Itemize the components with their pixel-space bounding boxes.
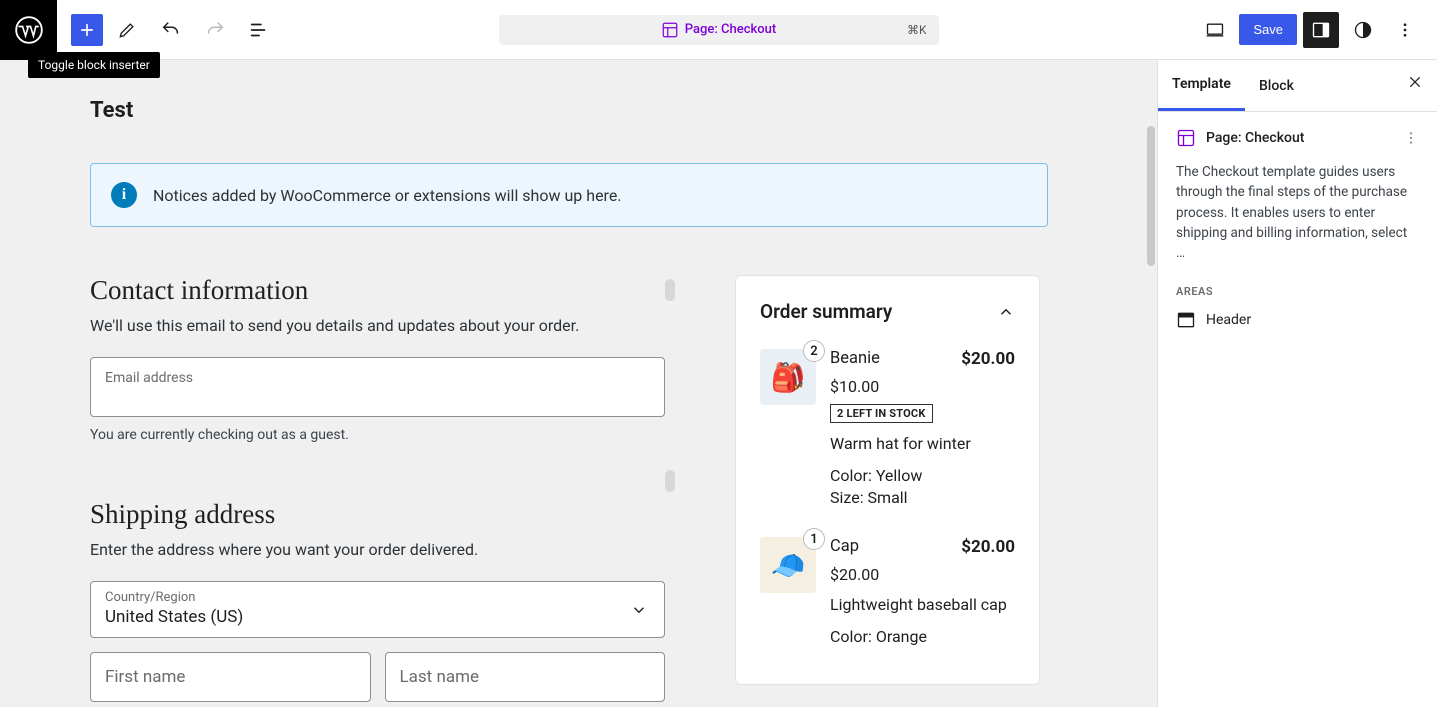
item-line-total: $20.00 <box>961 537 1015 557</box>
last-name-field[interactable]: Last name <box>385 652 666 702</box>
save-button[interactable]: Save <box>1239 14 1297 45</box>
area-item-header[interactable]: Header <box>1176 310 1419 330</box>
block-handle[interactable] <box>665 470 675 492</box>
item-variation: Color: Orange <box>830 626 1015 648</box>
country-value: United States (US) <box>105 607 650 627</box>
more-vertical-icon <box>1396 21 1414 39</box>
item-description: Warm hat for winter <box>830 433 1015 455</box>
first-name-field[interactable]: First name <box>90 652 371 702</box>
site-title[interactable]: Test <box>90 98 1067 123</box>
shipping-subtext: Enter the address where you want your or… <box>90 540 665 559</box>
undo-icon <box>160 19 182 41</box>
order-summary-title: Order summary <box>760 300 892 323</box>
item-name: Cap <box>830 537 859 556</box>
redo-icon <box>204 19 226 41</box>
close-sidebar-button[interactable] <box>1407 74 1423 90</box>
info-icon: i <box>111 182 137 208</box>
item-variation-size: Size: Small <box>830 487 1015 509</box>
styles-button[interactable] <box>1345 12 1381 48</box>
sidebar-icon <box>1311 20 1331 40</box>
email-field[interactable]: Email address <box>90 357 665 417</box>
wordpress-icon <box>15 16 43 44</box>
sidebar-page-actions[interactable] <box>1403 130 1419 146</box>
pencil-icon <box>117 20 137 40</box>
item-qty-badge: 2 <box>803 340 825 362</box>
sidebar-tabs: Template Block <box>1158 60 1437 112</box>
editor-toolbar: Page: Checkout ⌘K Save Toggle block inse… <box>0 0 1437 60</box>
inserter-tooltip: Toggle block inserter <box>28 52 160 78</box>
item-variation: Color: Yellow Size: Small <box>830 465 1015 510</box>
block-handle[interactable] <box>665 279 675 301</box>
tab-block[interactable]: Block <box>1245 62 1308 110</box>
close-icon <box>1407 74 1423 90</box>
layout-icon <box>661 21 679 39</box>
area-label: Header <box>1206 312 1251 328</box>
guest-checkout-note: You are currently checking out as a gues… <box>90 427 665 443</box>
email-label: Email address <box>105 370 650 386</box>
list-view-icon <box>248 19 270 41</box>
undo-button[interactable] <box>151 10 191 50</box>
header-icon <box>1176 310 1196 330</box>
block-inserter-button[interactable] <box>71 14 103 46</box>
view-button[interactable] <box>1197 12 1233 48</box>
wordpress-logo[interactable] <box>0 0 57 60</box>
document-overview-button[interactable] <box>239 10 279 50</box>
contact-heading[interactable]: Contact information <box>90 275 665 306</box>
chevron-down-icon <box>630 601 648 619</box>
cart-item: 2 🎒 Beanie $20.00 $10.00 2 LEFT IN STOCK <box>760 349 1015 509</box>
settings-panel-toggle[interactable] <box>1303 12 1339 48</box>
redo-button <box>195 10 235 50</box>
tools-button[interactable] <box>107 10 147 50</box>
stock-badge: 2 LEFT IN STOCK <box>830 404 933 423</box>
command-shortcut: ⌘K <box>907 23 927 37</box>
toolbar-left <box>0 0 279 60</box>
notice-text: Notices added by WooCommerce or extensio… <box>153 186 622 205</box>
item-unit-price: $20.00 <box>830 565 1015 584</box>
item-description: Lightweight baseball cap <box>830 594 1015 616</box>
store-notices-block[interactable]: i Notices added by WooCommerce or extens… <box>90 163 1048 227</box>
order-summary-block[interactable]: Order summary 2 🎒 Beanie $2 <box>735 275 1040 685</box>
settings-sidebar: Template Block Page: Checkout The Checko… <box>1157 60 1437 707</box>
styles-icon <box>1353 20 1373 40</box>
desktop-icon <box>1205 20 1225 40</box>
tab-template[interactable]: Template <box>1158 60 1245 111</box>
editor-canvas[interactable]: Test i Notices added by WooCommerce or e… <box>0 60 1157 707</box>
item-variation-color: Color: Yellow <box>830 465 1015 487</box>
toolbar-right: Save <box>1197 12 1437 48</box>
document-title: Page: Checkout <box>661 21 776 39</box>
more-vertical-icon <box>1403 130 1419 146</box>
country-select[interactable]: Country/Region United States (US) <box>90 581 665 638</box>
plus-icon <box>77 20 97 40</box>
layout-icon <box>1176 128 1196 148</box>
areas-heading: AREAS <box>1176 285 1419 298</box>
sidebar-page-row: Page: Checkout <box>1176 128 1419 148</box>
sidebar-page-label: Page: Checkout <box>1206 130 1304 146</box>
item-variation-color: Color: Orange <box>830 626 1015 648</box>
scrollbar-thumb[interactable] <box>1147 126 1155 266</box>
country-label: Country/Region <box>105 590 650 605</box>
item-unit-price: $10.00 <box>830 377 1015 396</box>
document-bar[interactable]: Page: Checkout ⌘K <box>499 15 939 45</box>
contact-subtext: We'll use this email to send you details… <box>90 316 665 335</box>
shipping-heading[interactable]: Shipping address <box>90 499 665 530</box>
template-description: The Checkout template guides users throu… <box>1176 162 1419 263</box>
chevron-up-icon[interactable] <box>997 303 1015 321</box>
item-line-total: $20.00 <box>961 349 1015 369</box>
item-name: Beanie <box>830 349 880 368</box>
document-title-text: Page: Checkout <box>685 22 776 37</box>
options-button[interactable] <box>1387 12 1423 48</box>
cart-item: 1 🧢 Cap $20.00 $20.00 Lightweight baseba… <box>760 537 1015 648</box>
item-qty-badge: 1 <box>803 528 825 550</box>
